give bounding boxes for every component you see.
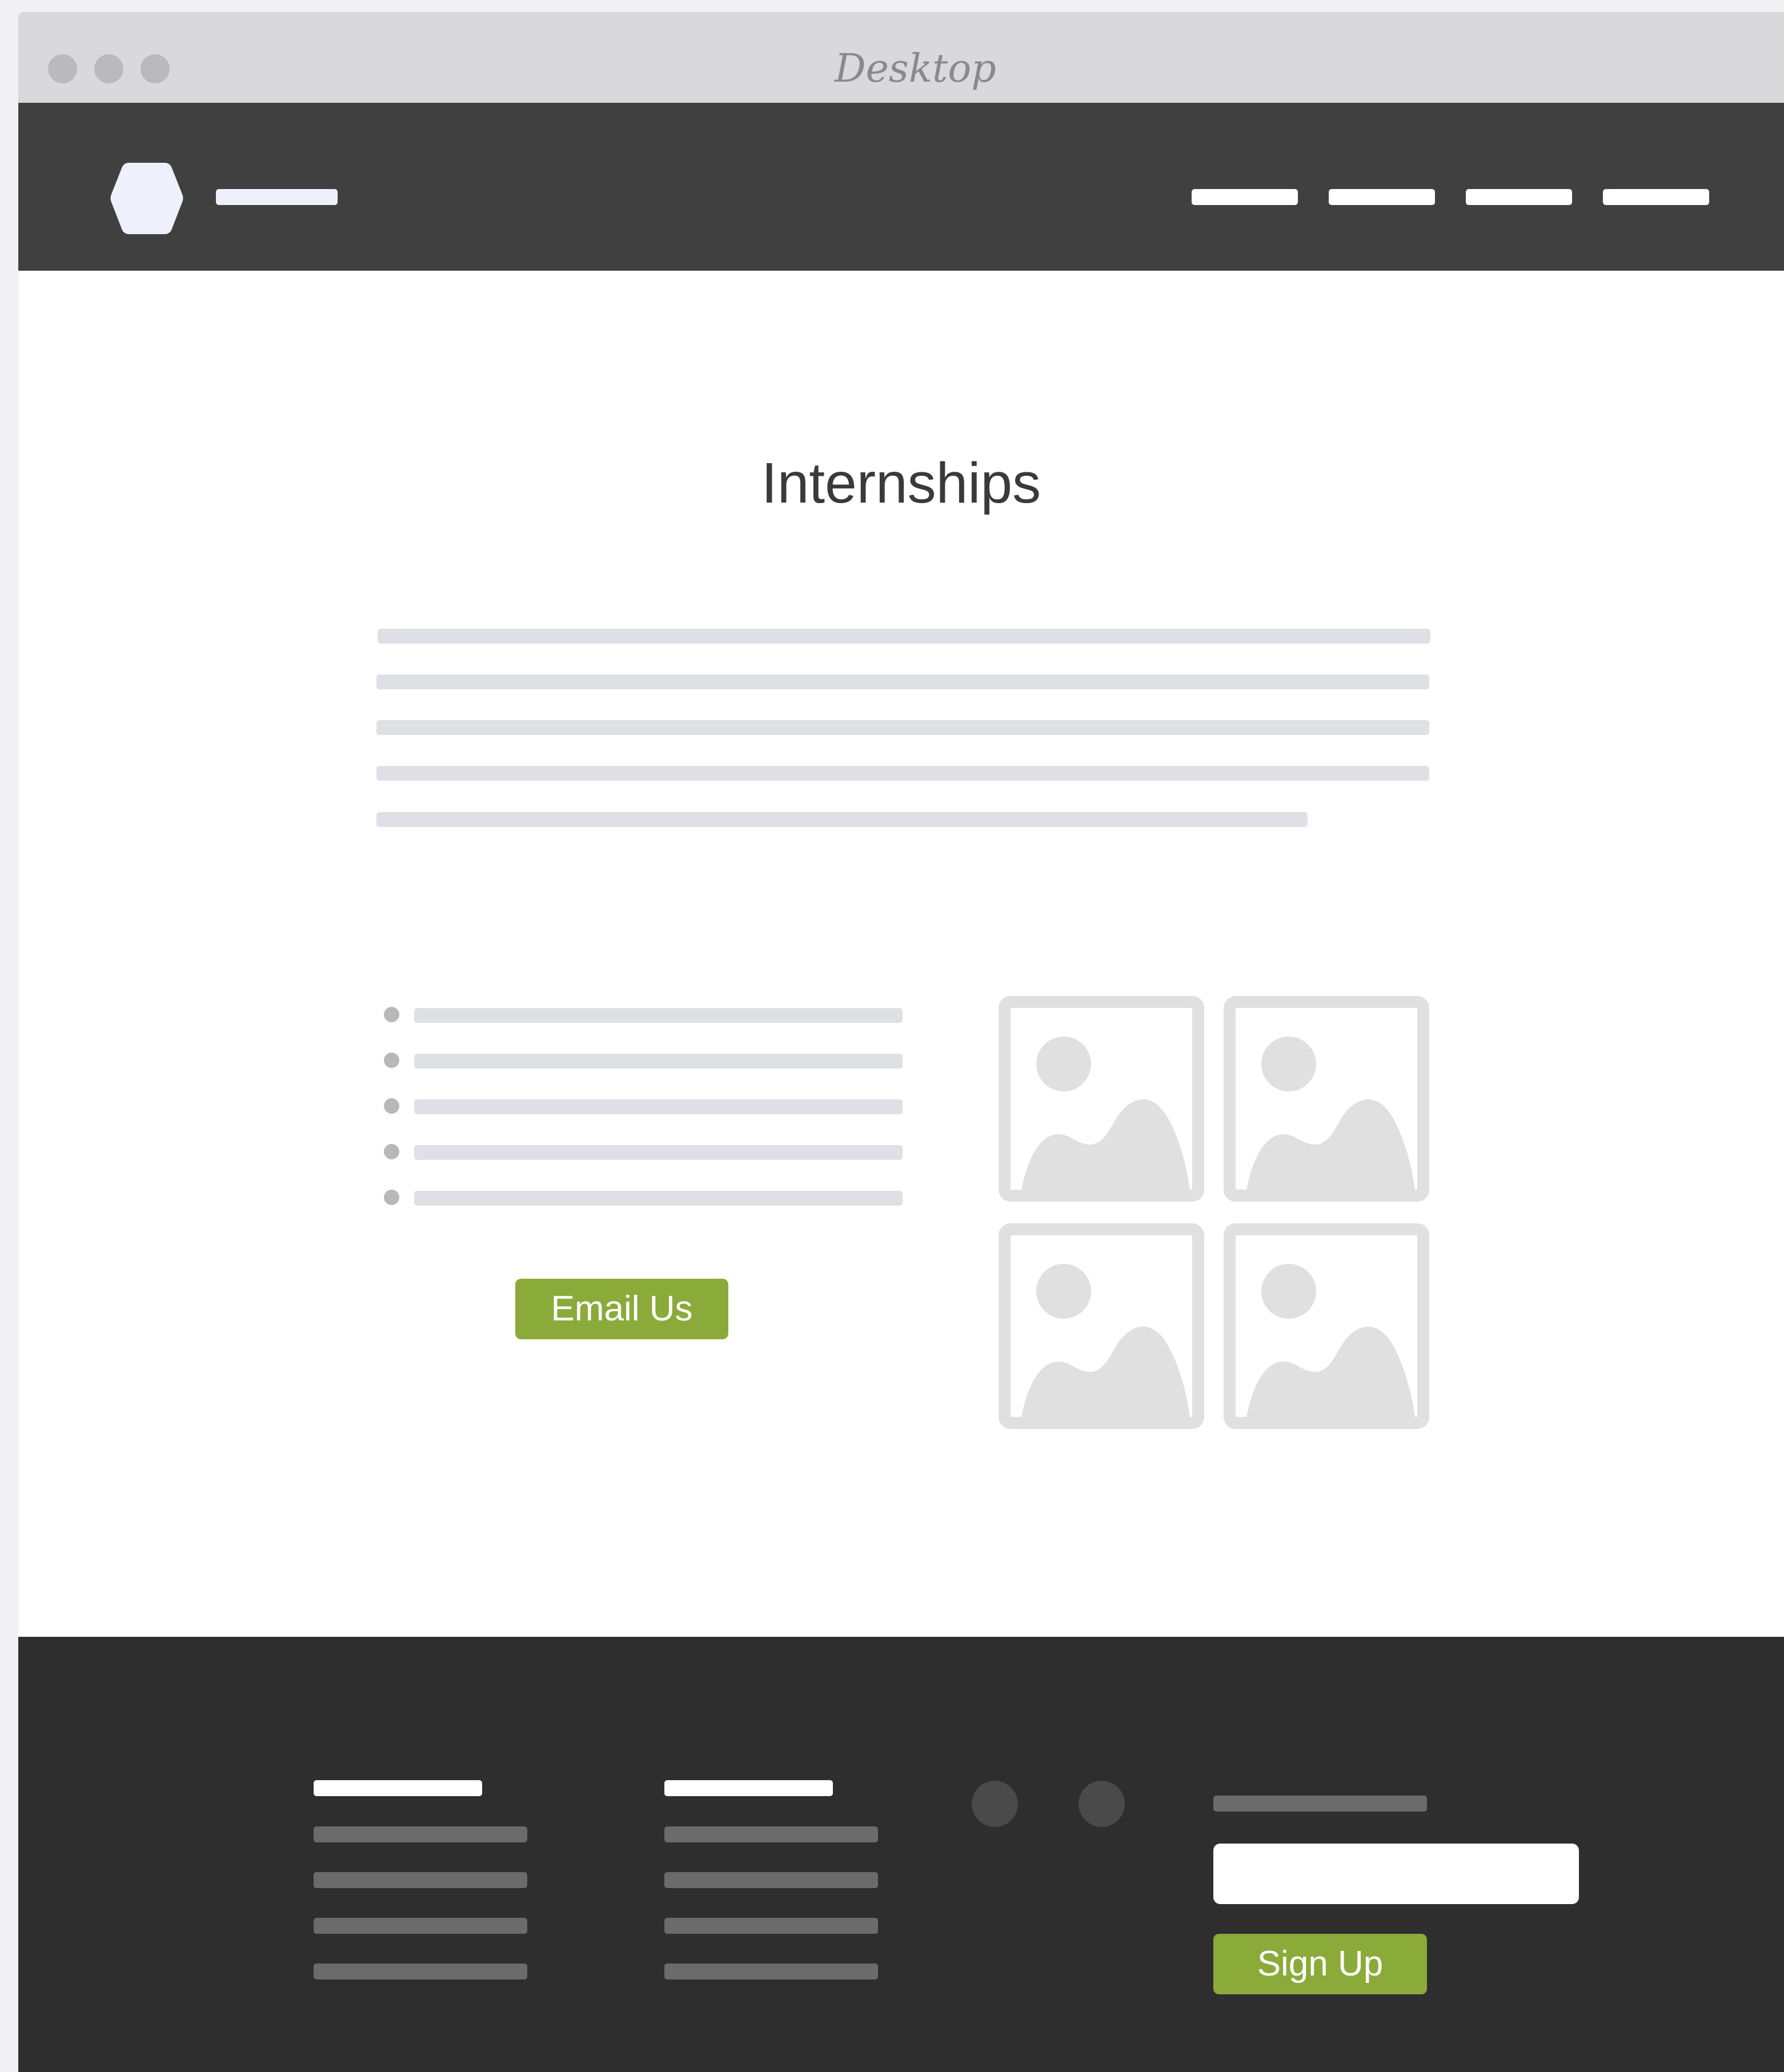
hexagon-logo-icon[interactable] — [110, 160, 184, 236]
social-icon[interactable] — [1079, 1781, 1125, 1827]
image-placeholder-icon — [999, 1223, 1204, 1429]
footer-link[interactable] — [664, 1826, 878, 1842]
bullet-dot — [384, 1190, 399, 1205]
page-title: Internships — [761, 451, 1041, 515]
list-item — [414, 1054, 903, 1069]
list-item — [414, 1008, 903, 1023]
newsletter-email-input[interactable] — [1213, 1844, 1579, 1904]
footer-link[interactable] — [664, 1872, 878, 1888]
list-item — [414, 1191, 903, 1206]
bullet-dot — [384, 1098, 399, 1114]
brand-name-placeholder[interactable] — [216, 189, 338, 205]
paragraph-line — [376, 766, 1429, 781]
newsletter-label — [1213, 1796, 1427, 1812]
bullet-dot — [384, 1053, 399, 1068]
bullet-dot — [384, 1007, 399, 1022]
list-item — [414, 1099, 903, 1114]
paragraph-line — [378, 629, 1430, 644]
email-us-button[interactable]: Email Us — [515, 1279, 728, 1339]
footer-heading — [314, 1780, 482, 1796]
window-titlebar: Desktop — [18, 12, 1784, 103]
site-header — [18, 103, 1784, 271]
window-title: Desktop — [835, 46, 996, 91]
bullet-dot — [384, 1144, 399, 1159]
nav-item-4[interactable] — [1603, 189, 1709, 205]
list-item — [414, 1145, 903, 1160]
image-placeholder-icon — [1224, 1223, 1429, 1429]
footer-link[interactable] — [664, 1918, 878, 1934]
image-placeholder-icon — [1224, 996, 1429, 1202]
paragraph-line — [376, 674, 1429, 689]
footer-link[interactable] — [314, 1918, 527, 1934]
footer-heading — [664, 1780, 833, 1796]
image-placeholder-icon — [999, 996, 1204, 1202]
nav-item-3[interactable] — [1466, 189, 1572, 205]
browser-window: Desktop Internships Email Us Sign Up — [18, 12, 1784, 2072]
site-footer: Sign Up — [18, 1637, 1784, 2072]
nav-item-1[interactable] — [1192, 189, 1298, 205]
footer-link[interactable] — [314, 1826, 527, 1842]
paragraph-line — [376, 720, 1429, 735]
sign-up-button[interactable]: Sign Up — [1213, 1934, 1427, 1994]
social-icon[interactable] — [972, 1781, 1018, 1827]
footer-link[interactable] — [314, 1872, 527, 1888]
footer-link[interactable] — [314, 1963, 527, 1979]
nav-item-2[interactable] — [1329, 189, 1435, 205]
paragraph-line — [376, 812, 1308, 827]
footer-link[interactable] — [664, 1963, 878, 1979]
